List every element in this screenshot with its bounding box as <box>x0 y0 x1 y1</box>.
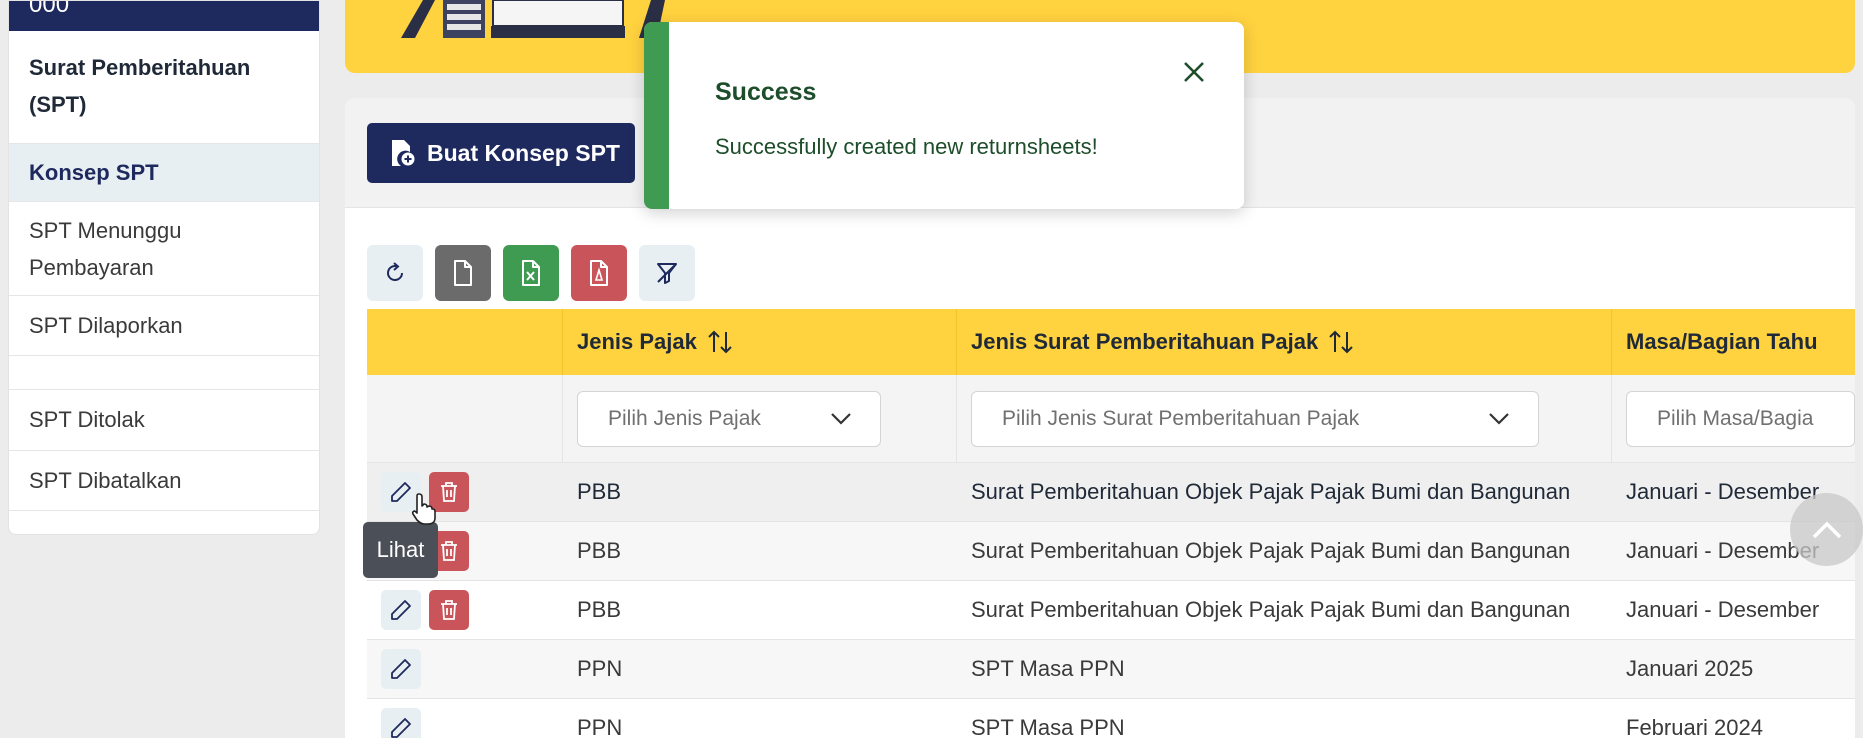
toast-accent-bar <box>644 22 669 209</box>
pdf-icon <box>590 260 608 286</box>
row-actions <box>367 640 563 698</box>
column-masa[interactable]: Masa/Bagian Tahu <box>1612 309 1855 375</box>
clear-filter-button[interactable] <box>639 245 695 301</box>
sidebar-heading: Surat Pemberitahuan (SPT) <box>9 31 319 144</box>
office-illustration-icon <box>401 0 665 38</box>
trash-icon <box>441 541 457 561</box>
sidebar-top-label: 000 <box>29 1 70 18</box>
create-spt-draft-label: Buat Konsep SPT <box>427 139 620 166</box>
chevron-down-icon <box>831 412 851 425</box>
select-placeholder: Pilih Jenis Surat Pemberitahuan Pajak <box>1002 406 1360 430</box>
pencil-icon <box>391 718 411 738</box>
select-placeholder: Pilih Masa/Bagia <box>1657 406 1814 430</box>
view-button[interactable] <box>381 708 421 738</box>
view-button[interactable] <box>381 590 421 630</box>
cell-jenis-pajak: PPN <box>577 715 623 738</box>
filter-cell-jenis-pajak: Pilih Jenis Pajak <box>563 375 957 462</box>
table-row[interactable]: PPN SPT Masa PPN Februari 2024 <box>367 699 1855 738</box>
masa-select[interactable]: Pilih Masa/Bagia <box>1626 390 1855 447</box>
cell-jenis-surat: Surat Pemberitahuan Objek Pajak Pajak Bu… <box>971 597 1571 622</box>
excel-icon <box>522 260 540 286</box>
cell-jenis-surat: Surat Pemberitahuan Objek Pajak Pajak Bu… <box>971 479 1571 504</box>
file-add-icon <box>392 140 415 166</box>
column-jenis-surat[interactable]: Jenis Surat Pemberitahuan Pajak <box>957 309 1612 375</box>
scroll-to-top-button[interactable] <box>1790 493 1863 566</box>
cell-jenis-pajak: PBB <box>577 538 622 563</box>
view-button[interactable] <box>381 649 421 689</box>
close-icon[interactable] <box>1180 58 1208 86</box>
column-label: Jenis Pajak <box>577 329 697 354</box>
trash-icon <box>441 482 457 502</box>
spt-table: Jenis Pajak Jenis Surat Pemberitahuan Pa… <box>367 309 1855 738</box>
export-file-button[interactable] <box>435 245 491 301</box>
cell-jenis-surat: SPT Masa PPN <box>971 656 1125 681</box>
column-actions <box>367 309 563 375</box>
chevron-up-icon <box>1812 521 1841 538</box>
cell-jenis-pajak: PPN <box>577 656 623 681</box>
cell-jenis-pajak: PBB <box>577 597 622 622</box>
row-actions <box>367 699 563 738</box>
select-placeholder: Pilih Jenis Pajak <box>608 406 761 430</box>
jenis-pajak-select[interactable]: Pilih Jenis Pajak <box>577 390 881 447</box>
sidebar-top-bar: 000 <box>9 1 319 31</box>
sidebar-item-ditolak[interactable]: SPT Ditolak <box>9 390 319 451</box>
export-excel-button[interactable] <box>503 245 559 301</box>
column-label: Masa/Bagian Tahu <box>1626 329 1818 354</box>
filter-cell-empty <box>367 375 563 462</box>
cell-jenis-surat: SPT Masa PPN <box>971 715 1125 738</box>
hand-cursor-icon <box>411 493 436 525</box>
sidebar-item-label: Konsep SPT <box>29 159 159 185</box>
cell-jenis-pajak: PBB <box>577 479 622 504</box>
row-actions <box>367 463 563 521</box>
file-icon <box>454 260 472 286</box>
table-row[interactable]: PBB Surat Pemberitahuan Objek Pajak Paja… <box>367 463 1855 522</box>
cell-masa: Januari - Desember <box>1626 597 1820 622</box>
table-row[interactable]: PPN SPT Masa PPN Januari 2025 <box>367 640 1855 699</box>
trash-icon <box>441 600 457 620</box>
pencil-icon <box>391 482 411 502</box>
table-row[interactable]: PBB Surat Pemberitahuan Objek Pajak Paja… <box>367 581 1855 640</box>
export-pdf-button[interactable] <box>571 245 627 301</box>
sidebar-item-empty[interactable] <box>9 356 319 390</box>
table-toolbar <box>367 245 695 301</box>
sidebar-item-konsep-spt[interactable]: Konsep SPT <box>9 144 319 202</box>
filter-row: Pilih Jenis Pajak Pilih Jenis Surat Pemb… <box>367 375 1855 463</box>
pencil-icon <box>391 659 411 679</box>
cell-masa: Januari 2025 <box>1626 656 1754 681</box>
filter-clear-icon <box>657 263 677 284</box>
filter-cell-masa: Pilih Masa/Bagia <box>1612 375 1855 462</box>
filter-cell-jenis-surat: Pilih Jenis Surat Pemberitahuan Pajak <box>957 375 1612 462</box>
sidebar-item-label: SPT Dilaporkan <box>29 312 183 338</box>
row-actions <box>367 581 563 639</box>
sort-icon[interactable] <box>1328 330 1354 354</box>
cell-jenis-surat: Surat Pemberitahuan Objek Pajak Pajak Bu… <box>971 538 1571 563</box>
toast-message: Successfully created new returnsheets! <box>715 134 1098 159</box>
success-toast: Success Successfully created new returns… <box>644 22 1244 209</box>
sort-icon[interactable] <box>707 330 733 354</box>
sidebar-item-label: SPT Ditolak <box>29 407 145 432</box>
column-label: Jenis Surat Pemberitahuan Pajak <box>971 329 1319 354</box>
view-tooltip: Lihat <box>363 522 438 578</box>
toast-title: Success <box>715 78 817 106</box>
cell-masa: Februari 2024 <box>1626 715 1763 738</box>
sidebar-item-dibatalkan[interactable]: SPT Dibatalkan <box>9 451 319 511</box>
sidebar-item-label: SPT Menunggu Pembayaran <box>29 217 182 280</box>
refresh-icon <box>387 262 403 281</box>
chevron-down-icon <box>1489 412 1509 425</box>
sidebar-item-dilaporkan[interactable]: SPT Dilaporkan <box>9 296 319 356</box>
table-row[interactable]: PBB Surat Pemberitahuan Objek Pajak Paja… <box>367 522 1855 581</box>
pencil-icon <box>391 600 411 620</box>
jenis-surat-select[interactable]: Pilih Jenis Surat Pemberitahuan Pajak <box>971 390 1539 447</box>
column-jenis-pajak[interactable]: Jenis Pajak <box>563 309 957 375</box>
create-spt-draft-button[interactable]: Buat Konsep SPT <box>367 123 635 183</box>
sidebar: 000 Surat Pemberitahuan (SPT) Konsep SPT… <box>8 0 320 535</box>
sidebar-item-label: SPT Dibatalkan <box>29 467 182 493</box>
table-header: Jenis Pajak Jenis Surat Pemberitahuan Pa… <box>367 309 1855 375</box>
sidebar-item-menunggu-pembayaran[interactable]: SPT Menunggu Pembayaran <box>9 202 319 296</box>
refresh-button[interactable] <box>367 245 423 301</box>
delete-button[interactable] <box>429 590 469 630</box>
